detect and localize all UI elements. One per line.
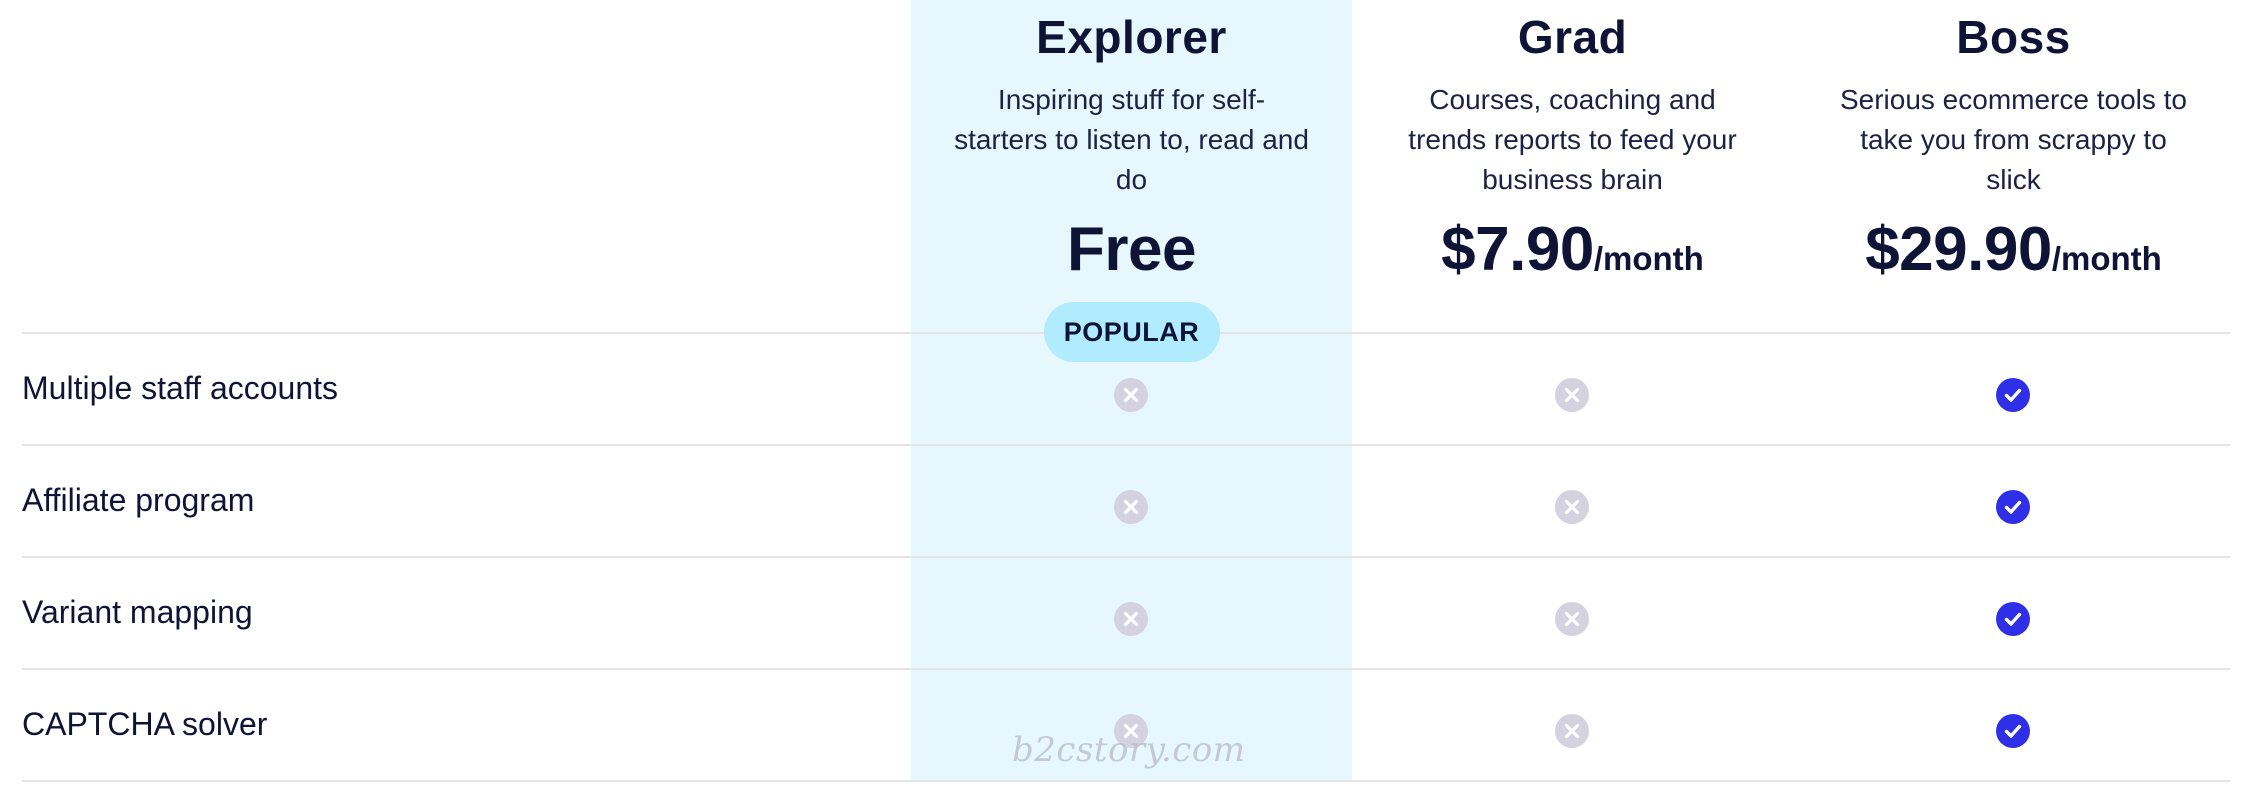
row-divider [22,668,2230,670]
row-divider [22,556,2230,558]
check-circle-icon [1996,714,2030,748]
row-divider [22,780,2230,782]
price-period: /month [2051,240,2162,277]
x-circle-icon [1555,378,1589,412]
price-amount: Free [1067,215,1196,284]
price-period: /month [1593,240,1704,277]
price-amount: $29.90 [1865,215,2052,284]
feature-label: CAPTCHA solver [22,706,268,742]
x-circle-icon [1555,714,1589,748]
feature-label: Multiple staff accounts [22,370,339,406]
feature-label: Variant mapping [22,594,253,630]
plan-description: Courses, coaching and trends reports to … [1408,84,1737,195]
plan-name: Boss [1956,11,2071,63]
popular-badge: POPULAR [1043,302,1220,362]
x-circle-icon [1555,602,1589,636]
feature-label: Affiliate program [22,482,255,518]
plan-price: $7.90/month [1352,214,1793,285]
check-circle-icon [1996,490,2030,524]
x-circle-icon [1114,602,1148,636]
plan-price: Free [911,214,1352,285]
watermark: b2cstory.com [1012,730,1246,770]
x-circle-icon [1555,490,1589,524]
plan-name: Explorer [1036,11,1227,63]
plan-name: Grad [1517,11,1628,63]
pricing-comparison-table: Explorer Inspiring stuff for self-starte… [0,0,2252,796]
price-amount: $7.90 [1441,215,1594,284]
plan-description: Serious ecommerce tools to take you from… [1839,84,2188,195]
plan-price: $29.90/month [1793,214,2234,285]
check-circle-icon [1996,378,2030,412]
x-circle-icon [1114,490,1148,524]
check-circle-icon [1996,602,2030,636]
row-divider [22,444,2230,446]
plan-description: Inspiring stuff for self-starters to lis… [954,84,1309,195]
x-circle-icon [1114,378,1148,412]
